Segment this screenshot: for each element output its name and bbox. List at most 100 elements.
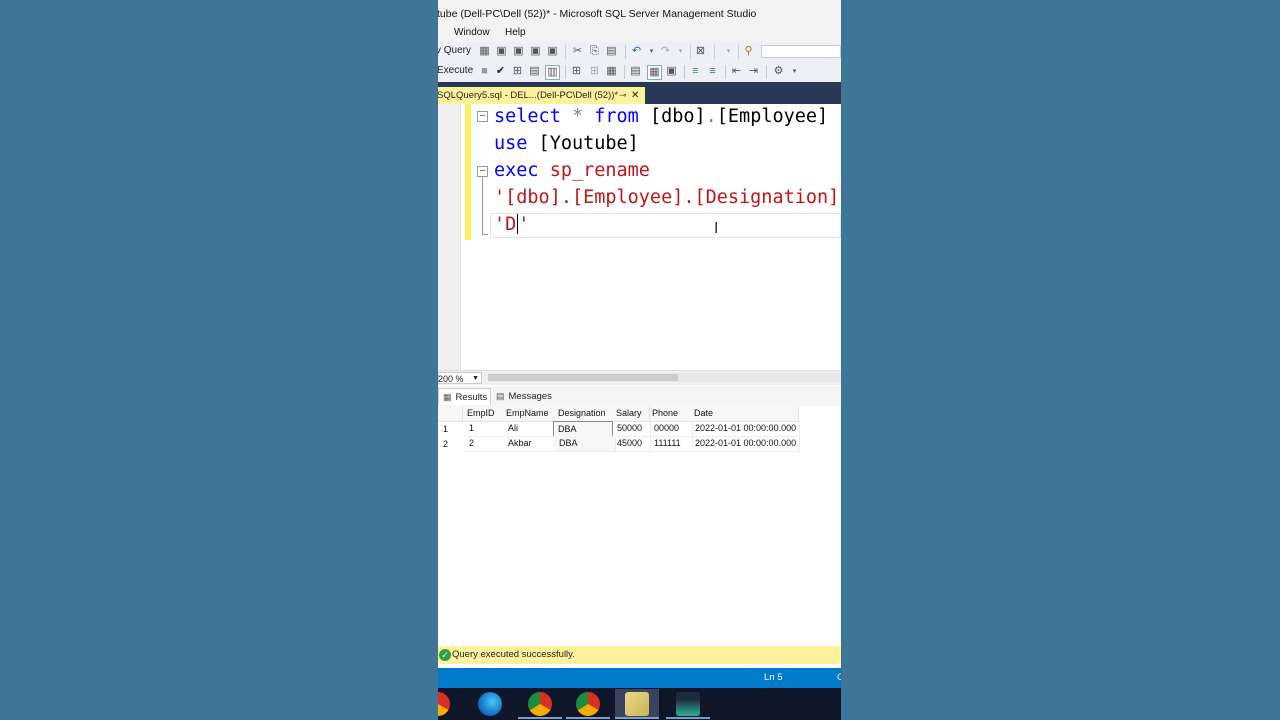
code-token: use <box>494 133 528 154</box>
results-tabs: ▦ Results ▤ Messages <box>438 386 841 407</box>
ssms-icon[interactable] <box>625 692 649 716</box>
query-status-bar: ✓ Query executed successfully. <box>438 646 841 664</box>
results-to-text-icon[interactable]: ▤ <box>629 65 642 78</box>
chrome-icon[interactable] <box>576 692 600 716</box>
live-stats-icon[interactable]: ⊞ <box>588 65 601 78</box>
table-cell[interactable]: 50000 <box>612 421 651 437</box>
results-to-file-icon[interactable]: ▣ <box>665 65 678 78</box>
code-token: exec <box>494 160 539 181</box>
messages-icon: ▤ <box>496 391 505 401</box>
document-tab-label: SQLQuery5.sql - DEL...(Dell-PC\Dell (52)… <box>438 90 619 101</box>
zoom-select[interactable]: 200 % ▼ <box>438 372 482 384</box>
specify-values-icon[interactable]: ⚙ <box>772 65 785 78</box>
table-cell[interactable]: 2022-01-01 00:00:00.000 <box>690 436 800 452</box>
chrome-icon[interactable] <box>438 692 450 716</box>
code-line[interactable]: use [Youtube] <box>494 133 639 155</box>
close-icon[interactable]: ✕ <box>631 87 639 104</box>
editor-zoom-row: 200 % ▼ <box>438 370 841 385</box>
document-tab[interactable]: SQLQuery5.sql - DEL...(Dell-PC\Dell (52)… <box>438 87 645 104</box>
row-number[interactable]: 1 <box>443 422 448 437</box>
results-options-icon[interactable]: ▥ <box>545 65 560 80</box>
undo-icon[interactable]: ↶ <box>630 45 643 58</box>
column-header[interactable]: EmpName <box>503 406 556 422</box>
query-designer-icon[interactable]: ▤ <box>528 65 541 78</box>
pin-icon[interactable]: ⊸ <box>619 87 627 104</box>
success-check-icon: ✓ <box>439 649 451 661</box>
code-line[interactable]: select * from [dbo].[Employee] <box>494 106 828 128</box>
code-token: [dbo] <box>638 106 706 127</box>
redo-dropdown-icon[interactable]: ▾ <box>674 45 687 58</box>
collapse-icon[interactable]: − <box>477 111 488 122</box>
uncomment-icon[interactable]: ≡ <box>706 65 719 78</box>
code-line[interactable]: '[dbo].[Employee].[Designation] <box>494 187 839 209</box>
scrollbar-thumb[interactable] <box>488 374 678 381</box>
table-cell[interactable]: 111111 <box>650 436 693 452</box>
tab-messages[interactable]: ▤ Messages <box>496 388 552 405</box>
activity-monitor-icon[interactable]: ⊠ <box>694 45 707 58</box>
column-header[interactable]: EmpID <box>463 406 507 422</box>
app-icon[interactable] <box>676 692 700 716</box>
code-token: sp_rename <box>549 160 650 181</box>
redo-icon[interactable]: ↷ <box>659 45 672 58</box>
table-cell[interactable]: Ali <box>503 421 558 437</box>
client-stats-icon[interactable]: ▦ <box>605 65 618 78</box>
toolbar-overflow-icon[interactable]: ▾ <box>788 65 801 78</box>
fold-guide-end <box>482 234 488 235</box>
dropdown-icon[interactable]: ▾ <box>722 45 735 58</box>
change-tracking-bar <box>465 104 471 240</box>
table-cell[interactable]: 2022-01-01 00:00:00.000 <box>690 421 800 437</box>
parse-check-icon[interactable]: ✔ <box>494 65 507 78</box>
quick-search-input[interactable] <box>761 45 841 58</box>
menu-help[interactable]: Help <box>505 27 526 38</box>
display-plan-icon[interactable]: ⊞ <box>511 65 524 78</box>
undo-dropdown-icon[interactable]: ▾ <box>645 45 658 58</box>
table-cell[interactable]: Akbar <box>503 436 558 452</box>
table-cell[interactable]: 00000 <box>650 421 693 437</box>
toolbar-separator <box>725 65 726 79</box>
tab-results[interactable]: ▦ Results <box>438 388 491 405</box>
column-header[interactable]: Designation <box>553 406 615 422</box>
decrease-indent-icon[interactable]: ⇤ <box>730 65 743 78</box>
code-token: [Youtube] <box>527 133 639 154</box>
chrome-icon[interactable] <box>528 692 552 716</box>
code-token: 'D <box>494 214 517 235</box>
comment-icon[interactable]: ≡ <box>689 65 702 78</box>
execute-button[interactable]: Execute <box>438 65 473 76</box>
dmx-icon[interactable]: ▣ <box>512 45 525 58</box>
dax-icon[interactable]: ▣ <box>546 45 559 58</box>
stop-icon[interactable]: ■ <box>478 65 491 78</box>
menu-window[interactable]: Window <box>454 27 490 38</box>
copy-icon[interactable]: ⎘ <box>588 45 601 58</box>
column-header[interactable]: Phone <box>650 406 691 422</box>
code-token: . <box>705 106 717 127</box>
results-grid[interactable]: EmpID EmpName Designation Salary Phone D… <box>438 406 841 642</box>
table-cell[interactable]: 45000 <box>612 436 651 452</box>
mdx-icon[interactable]: ▣ <box>495 45 508 58</box>
results-to-grid-icon[interactable]: ▦ <box>647 65 662 80</box>
code-line[interactable]: 'D ' <box>494 214 529 236</box>
column-header[interactable]: Date <box>690 406 799 422</box>
code-line[interactable]: exec sp_rename <box>494 160 650 182</box>
table-cell[interactable]: DBA <box>553 436 616 452</box>
query-status-message: Query executed successfully. <box>452 649 575 660</box>
xmla-icon[interactable]: ▣ <box>529 45 542 58</box>
grid-icon: ▦ <box>443 392 452 402</box>
toolbar-separator <box>565 45 566 59</box>
find-icon[interactable]: ⚲ <box>742 45 755 58</box>
paste-icon[interactable]: ▤ <box>605 45 618 58</box>
cut-icon[interactable]: ✂ <box>571 45 584 58</box>
increase-indent-icon[interactable]: ⇥ <box>747 65 760 78</box>
chevron-down-icon: ▼ <box>472 375 479 382</box>
ssms-window: tube (Dell-PC\Dell (52))* - Microsoft SQ… <box>438 0 841 720</box>
new-query-button[interactable]: v Query <box>438 45 471 56</box>
row-number[interactable]: 2 <box>443 437 448 452</box>
column-header[interactable]: Salary <box>612 406 650 422</box>
db-query-icon[interactable]: ▦ <box>478 45 491 58</box>
edge-icon[interactable] <box>478 692 502 716</box>
include-plan-icon[interactable]: ⊞ <box>570 65 583 78</box>
query-editor[interactable]: − − select * from [dbo].[Employee] use [Y… <box>438 104 841 370</box>
code-token: from <box>594 106 639 127</box>
horizontal-scrollbar[interactable] <box>488 373 841 382</box>
zoom-value: 200 % <box>438 374 464 384</box>
collapse-icon[interactable]: − <box>477 166 488 177</box>
